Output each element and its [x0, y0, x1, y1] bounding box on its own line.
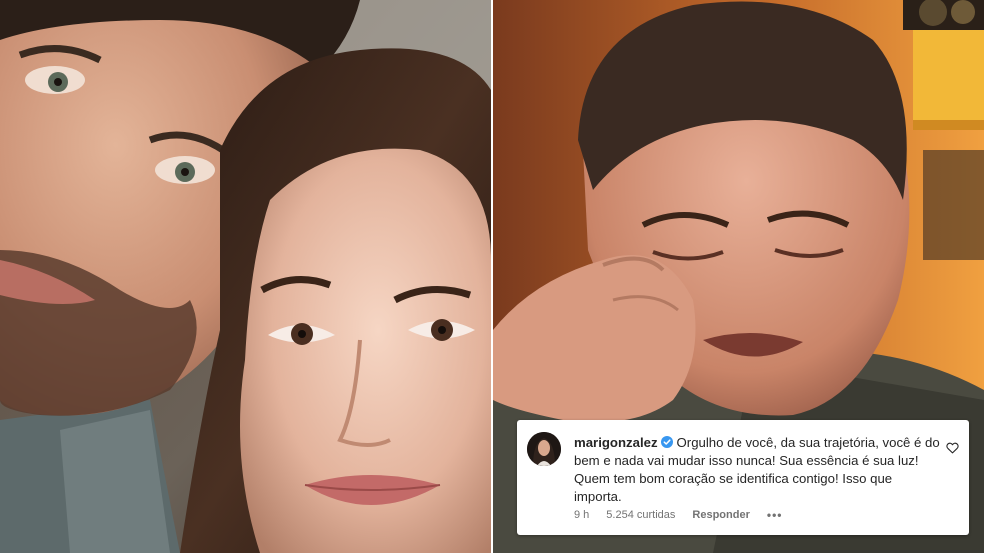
- comment-likes[interactable]: 5.254 curtidas: [606, 509, 675, 521]
- comment-meta: 9 h 5.254 curtidas Responder •••: [574, 508, 782, 522]
- avatar[interactable]: [527, 432, 561, 466]
- reply-button[interactable]: Responder: [692, 509, 749, 521]
- more-options-icon[interactable]: •••: [767, 508, 783, 522]
- verified-badge-icon: [660, 436, 673, 448]
- avatar-image: [527, 432, 561, 466]
- couple-selfie-illustration: [0, 0, 491, 553]
- comment-username[interactable]: marigonzalez: [574, 435, 658, 450]
- heart-outline-icon[interactable]: [946, 442, 959, 454]
- comment-time: 9 h: [574, 509, 590, 521]
- instagram-comment-card: marigonzalez Orgulho de você, da sua tra…: [517, 420, 969, 535]
- comment-body: marigonzalez Orgulho de você, da sua tra…: [574, 434, 942, 506]
- couple-selfie-photo: [0, 0, 491, 553]
